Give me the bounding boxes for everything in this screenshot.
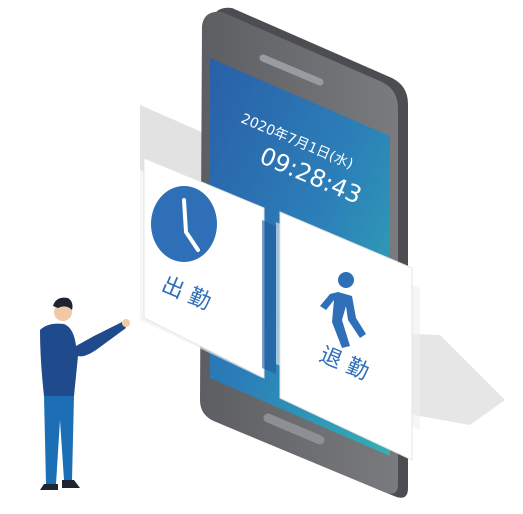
person-figure — [40, 297, 130, 490]
card-divider — [262, 220, 276, 374]
clock-icon — [151, 186, 217, 262]
illustration-scene: 2020年7月1日(水) 09:28:43 出 勤 退 勤 — [40, 7, 505, 498]
